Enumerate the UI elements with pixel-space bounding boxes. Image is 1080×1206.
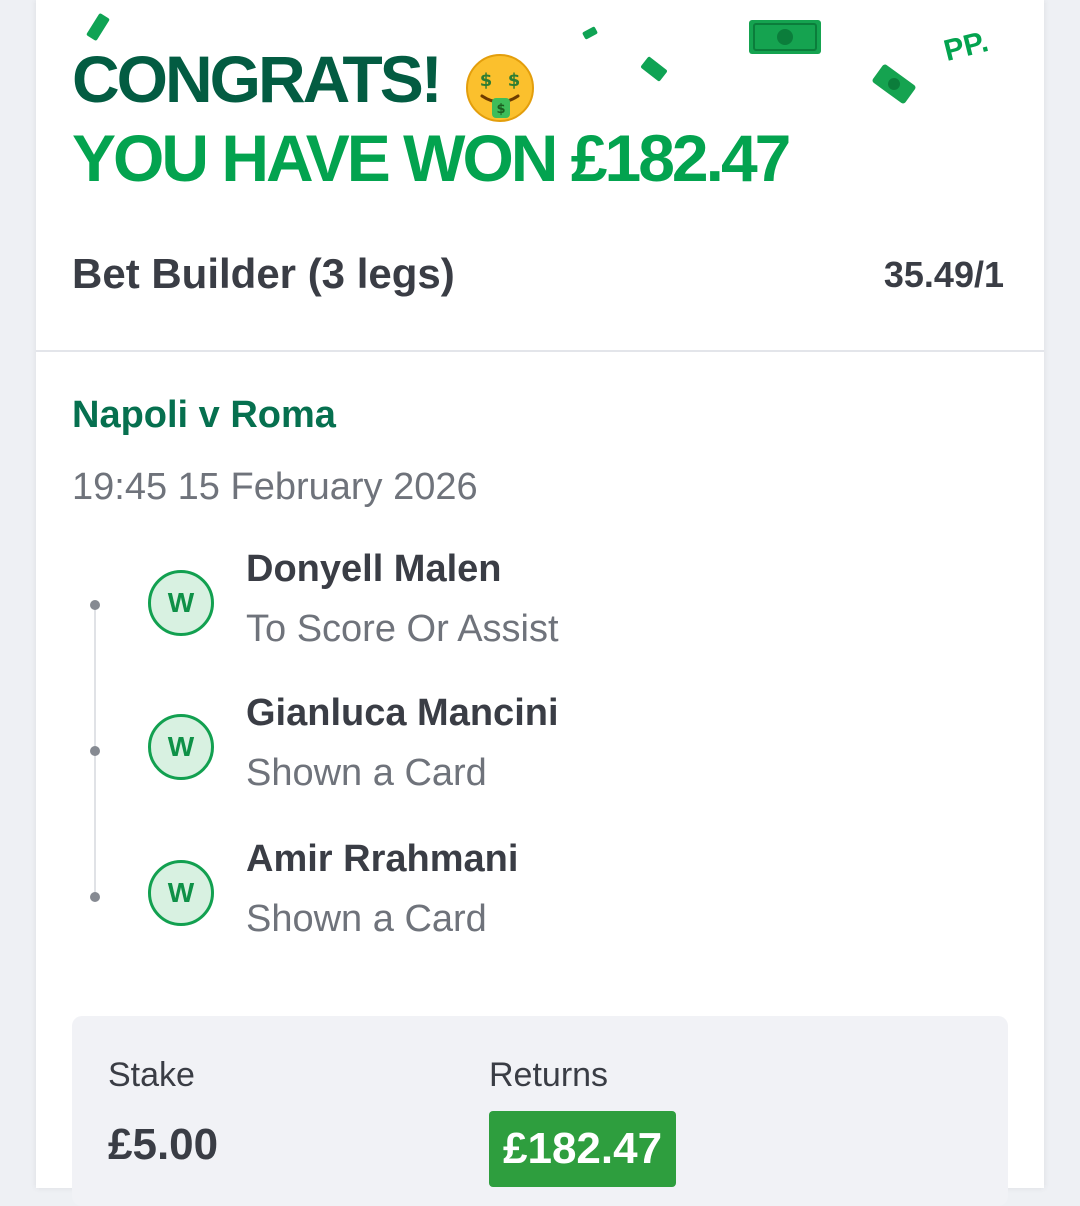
bet-leg: W Amir Rrahmani Shown a Card: [146, 838, 1026, 980]
cash-note-icon: [749, 20, 821, 54]
timeline-dot: [90, 600, 100, 610]
winnings-heading: YOU HAVE WON £182.47: [72, 121, 791, 195]
svg-text:$: $: [508, 70, 521, 91]
bet-odds: 35.49/1: [883, 254, 1004, 295]
confetti-note-icon: [641, 56, 667, 82]
brand-logo: PP.: [940, 25, 992, 68]
cash-note-icon: [872, 64, 916, 104]
win-header: PP. CONGRATS! $ $ $ YOU HAVE WON £182.47…: [36, 0, 1044, 352]
win-badge: W: [148, 570, 214, 636]
win-badge: W: [148, 860, 214, 926]
leg-selection: Donyell Malen: [246, 548, 502, 590]
stake-label: Stake: [108, 1056, 195, 1094]
svg-text:$: $: [480, 70, 493, 91]
returns-label: Returns: [489, 1056, 609, 1094]
match-datetime: 19:45 15 February 2026: [72, 466, 478, 508]
match-title[interactable]: Napoli v Roma: [72, 394, 336, 437]
svg-text:$: $: [496, 102, 505, 117]
leg-market: Shown a Card: [246, 752, 487, 794]
money-mouth-face-icon: $ $ $: [466, 54, 534, 122]
bet-type-title: Bet Builder (3 legs): [72, 250, 455, 297]
bet-leg: W Gianluca Mancini Shown a Card: [146, 692, 1026, 834]
timeline-dot: [90, 892, 100, 902]
leg-selection: Gianluca Mancini: [246, 692, 559, 734]
timeline-dot: [90, 746, 100, 756]
stake-returns-panel: Stake £5.00 Returns £182.47: [72, 1016, 1008, 1206]
bet-receipt-card: PP. CONGRATS! $ $ $ YOU HAVE WON £182.47…: [36, 0, 1044, 1206]
stake-value: £5.00: [108, 1120, 219, 1169]
leg-selection: Amir Rrahmani: [246, 838, 519, 880]
returns-value: £182.47: [489, 1111, 677, 1187]
congrats-heading: CONGRATS!: [72, 42, 443, 116]
confetti-note-icon: [582, 26, 598, 40]
win-badge: W: [148, 714, 214, 780]
leg-market: To Score Or Assist: [246, 608, 559, 650]
leg-market: Shown a Card: [246, 898, 487, 940]
bet-leg: W Donyell Malen To Score Or Assist: [146, 548, 1026, 690]
